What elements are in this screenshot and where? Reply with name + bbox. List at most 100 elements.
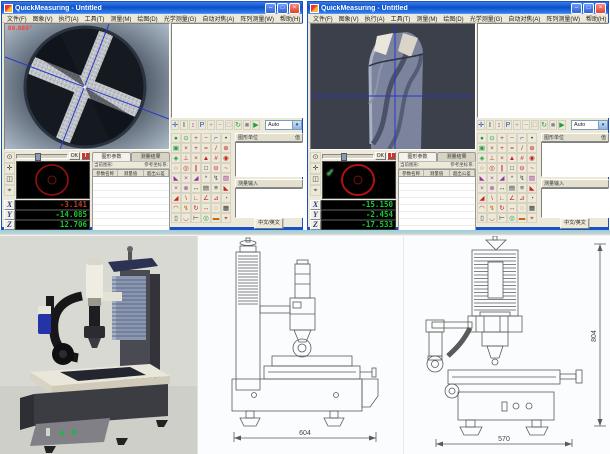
slope-tool-icon[interactable]: \ (181, 193, 191, 203)
tab-measure-result[interactable]: 测量结果 (437, 152, 476, 161)
menu-item[interactable]: 工具(T) (388, 14, 414, 23)
tri-lr-tool-icon[interactable]: ◢ (477, 193, 487, 203)
hatch-tool-icon[interactable]: ▨ (527, 173, 537, 183)
unit-list[interactable] (235, 142, 303, 177)
fine-point-tool-icon[interactable]: • (221, 133, 231, 143)
menu-item[interactable]: 帮助(H) (583, 14, 609, 23)
target2-tool-icon[interactable]: ◎ (507, 213, 517, 223)
circle-x-tool-icon[interactable]: ⊗ (181, 183, 191, 193)
distance-tool-icon[interactable]: ↔ (191, 183, 201, 193)
align-tool-icon[interactable]: = (507, 143, 517, 153)
fine-point-tool-icon[interactable]: • (527, 133, 537, 143)
close-button[interactable]: × (289, 3, 300, 14)
menu-item[interactable]: 执行(A) (362, 14, 388, 23)
rect-tool-icon[interactable]: □ (507, 163, 517, 173)
bar-tool-icon[interactable]: ▬ (211, 213, 221, 223)
measure-input-area[interactable] (541, 188, 609, 218)
perpendicular-tool-icon[interactable]: ⊥ (487, 153, 497, 163)
tab-graph-params[interactable]: 图形参数 (398, 152, 437, 161)
tri-ll-tool-icon[interactable]: ◣ (221, 183, 231, 193)
triangle-tool-icon[interactable]: ▲ (201, 153, 211, 163)
diamond-point-tool-icon[interactable]: ◈ (171, 153, 181, 163)
ring-point-tool-icon[interactable]: ◉ (221, 153, 231, 163)
rotate-tool-icon[interactable]: ↻ (497, 203, 507, 213)
line-tool-icon[interactable]: / (517, 143, 527, 153)
stage-move-icon[interactable]: ✛ (4, 163, 15, 174)
language-toggle-button[interactable]: 中文/英文 (254, 218, 283, 229)
angle-right-tool-icon[interactable]: ◢ (191, 173, 201, 183)
zoom-out-icon[interactable]: − (522, 120, 530, 130)
scope-light-icon[interactable]: ⊙ (310, 152, 321, 163)
unit-list[interactable] (541, 142, 609, 177)
delete-tool-icon[interactable]: × (487, 143, 497, 153)
drawing-area[interactable] (171, 23, 303, 118)
refresh-icon[interactable]: ↻ (234, 120, 242, 130)
arc-upper-tool-icon[interactable]: ◠ (477, 203, 487, 213)
right-tri-tool-icon[interactable]: ⊿ (211, 193, 221, 203)
title-bar[interactable]: QuickMeasuring - Untitled – □ × (308, 2, 608, 14)
menu-item[interactable]: 光学测量(G) (161, 14, 200, 23)
hatch-tool-icon[interactable]: ▨ (221, 173, 231, 183)
caliper-tool-icon[interactable]: ⊢ (497, 213, 507, 223)
arc-lower-tool-icon[interactable]: ◡ (487, 213, 497, 223)
menu-item[interactable]: 绘图(D) (134, 14, 160, 23)
angle-right-tool-icon[interactable]: ◢ (497, 173, 507, 183)
menu-item[interactable]: 绘图(D) (440, 14, 466, 23)
menu-item[interactable]: 自动对焦(A) (199, 14, 237, 23)
menu-item[interactable]: 执行(A) (56, 14, 82, 23)
title-bar[interactable]: QuickMeasuring - Untitled – □ × (2, 2, 302, 14)
bolt-tool-icon[interactable]: ↯ (181, 203, 191, 213)
menu-item[interactable]: 测量(M) (107, 14, 134, 23)
maximize-button[interactable]: □ (277, 3, 288, 14)
circle-x-tool-icon[interactable]: ⊗ (487, 183, 497, 193)
menu-item[interactable]: 文件(F) (310, 14, 336, 23)
rect-tool-icon[interactable]: □ (201, 163, 211, 173)
menu-item[interactable]: 阵列测量(W) (237, 14, 277, 23)
curve-tool-icon[interactable]: ~ (221, 163, 231, 173)
stage-move-icon[interactable]: ✛ (310, 163, 321, 174)
result-table-body[interactable] (92, 177, 170, 231)
target-icon[interactable]: ⌖ (4, 185, 15, 196)
right-tri-tool-icon[interactable]: ⊿ (517, 193, 527, 203)
zoom-select[interactable]: Auto ▾ (571, 120, 608, 130)
ellipse-tool-icon[interactable]: ⊖ (517, 163, 527, 173)
perpendicular-tool-icon[interactable]: ⊥ (181, 153, 191, 163)
move-tool-icon[interactable]: ✛ (171, 120, 179, 130)
distance-tool-icon[interactable]: ↔ (497, 183, 507, 193)
minimize-button[interactable]: – (571, 3, 582, 14)
battery-tool-icon[interactable]: ▯ (171, 213, 181, 223)
angle-left-tool-icon[interactable]: ◣ (171, 173, 181, 183)
locate-tool-icon[interactable]: ⌖ (221, 213, 231, 223)
cross2-tool-icon[interactable]: × (477, 183, 487, 193)
chevron-down-icon[interactable]: ▾ (292, 121, 301, 129)
rows-tool-icon[interactable]: ▤ (507, 183, 517, 193)
stop-icon[interactable]: ■ (549, 120, 557, 130)
point-tool-icon[interactable]: ● (477, 133, 487, 143)
pan-tool-icon[interactable]: P (504, 120, 512, 130)
lattice-tool-icon[interactable]: # (517, 153, 527, 163)
intersect-tool-icon[interactable]: × (497, 153, 507, 163)
camera-viewport[interactable] (310, 23, 476, 150)
span-tool-icon[interactable]: ↔ (201, 203, 211, 213)
minimize-button[interactable]: – (265, 3, 276, 14)
battery-tool-icon[interactable]: ▯ (477, 213, 487, 223)
stack-tool-icon[interactable]: ≡ (211, 183, 221, 193)
live-button[interactable]: I (81, 152, 90, 160)
cross2-tool-icon[interactable]: × (171, 183, 181, 193)
construct-tool-icon[interactable]: * (507, 173, 517, 183)
curve-tool-icon[interactable]: ~ (527, 163, 537, 173)
menu-item[interactable]: 光学测量(G) (467, 14, 506, 23)
region-tool-icon[interactable]: ▣ (477, 143, 487, 153)
point-tool-icon[interactable]: ● (171, 133, 181, 143)
corner-tool-icon[interactable]: ∟ (191, 193, 201, 203)
maximize-button[interactable]: □ (583, 3, 594, 14)
stop-icon[interactable]: ■ (243, 120, 251, 130)
auto-point-tool-icon[interactable]: ⊙ (181, 133, 191, 143)
zoom-in-icon[interactable]: + (513, 120, 521, 130)
rows-tool-icon[interactable]: ▤ (201, 183, 211, 193)
caliper-tool-icon[interactable]: ⊢ (191, 213, 201, 223)
trace-tool-icon[interactable]: ↯ (211, 173, 221, 183)
target2-tool-icon[interactable]: ◎ (201, 213, 211, 223)
align-tool-icon[interactable]: = (201, 143, 211, 153)
zoom-in-icon[interactable]: + (207, 120, 215, 130)
